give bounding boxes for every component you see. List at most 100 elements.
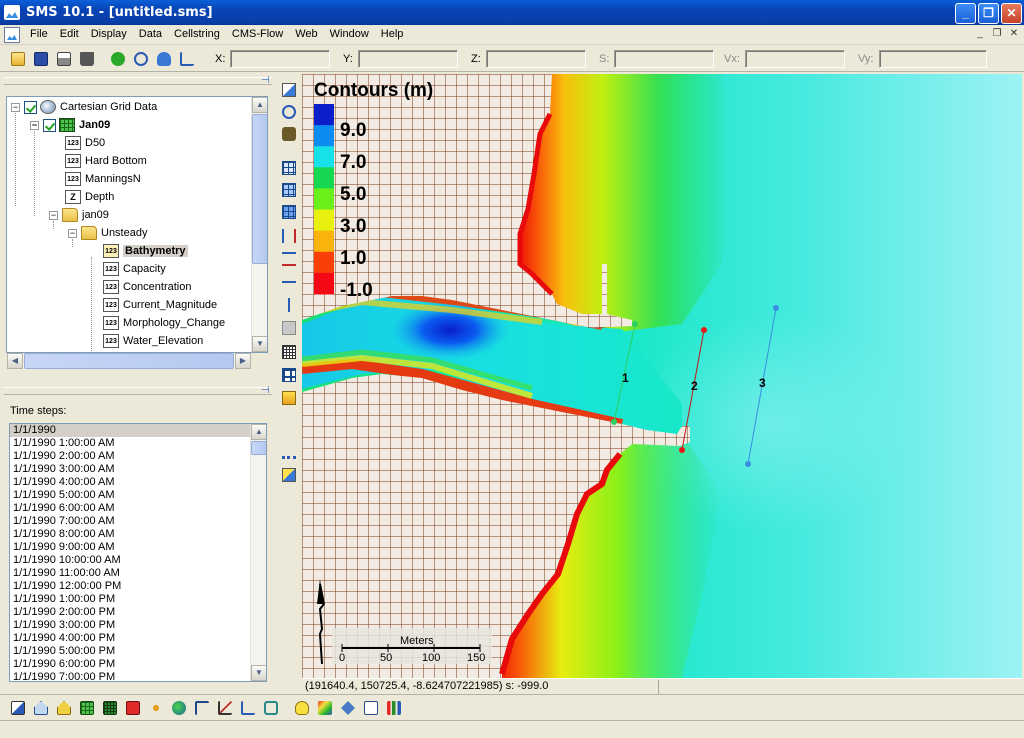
time-step-item[interactable]: 1/1/1990 5:00:00 AM [10,489,266,502]
time-steps-scrollbar[interactable]: ▲ ▼ [250,424,266,681]
tree-node-cartesian-grid-data[interactable]: − Cartesian Grid Data [11,98,157,116]
tree-node-depth[interactable]: Z Depth [65,188,114,206]
quadtree-module-button[interactable] [100,698,120,718]
scatter-module-button[interactable] [54,698,74,718]
grid-frame-button[interactable] [279,365,299,385]
menu-window[interactable]: Window [324,28,375,40]
tree-node-folder-unsteady[interactable]: − Unsteady [68,224,147,242]
visibility-checkbox[interactable] [43,118,56,132]
gis-module-button[interactable] [169,698,189,718]
scroll-left-icon[interactable]: ◀ [7,353,23,369]
time-step-item[interactable]: 1/1/1990 11:00:00 AM [10,567,266,580]
tree-node-current-magnitude[interactable]: 123 Current_Magnitude [103,296,217,314]
select-row-button[interactable] [279,180,299,200]
vy-coord-field[interactable] [879,50,987,68]
tree-node-d50[interactable]: 123 D50 [65,134,105,152]
menu-data[interactable]: Data [133,28,168,40]
print-button[interactable] [54,49,74,69]
tree-node-bathymetry[interactable]: 123 Bathymetry [103,242,188,260]
tree-vertical-scrollbar[interactable]: ▲ ▼ [251,97,267,352]
tree-node-morphology-change[interactable]: 123 Morphology_Change [103,314,225,332]
visibility-checkbox[interactable] [24,100,37,114]
georeference-module-button[interactable] [261,698,281,718]
select-cell-button[interactable] [279,158,299,178]
scroll-thumb[interactable] [252,114,267,264]
tree-node-capacity[interactable]: 123 Capacity [103,260,166,278]
tree-node-grid[interactable]: − Jan09 [30,116,110,134]
axes-button[interactable] [177,49,197,69]
sms-app-icon[interactable] [4,5,20,20]
scroll-up-icon[interactable]: ▲ [251,424,266,440]
scroll-down-icon[interactable]: ▼ [252,336,267,352]
time-step-item[interactable]: 1/1/1990 6:00:00 AM [10,502,266,515]
cartesian-grid-module-button[interactable] [77,698,97,718]
minimize-button[interactable]: _ [955,3,976,24]
vx-coord-field[interactable] [745,50,845,68]
time-step-item[interactable]: 1/1/1990 1:00:00 PM [10,593,266,606]
save-button[interactable] [31,49,51,69]
project-explorer-handle[interactable]: ⊣ [4,76,272,86]
grid-cells-button[interactable] [279,342,299,362]
time-step-item[interactable]: 1/1/1990 3:00:00 AM [10,463,266,476]
display-options-button[interactable] [154,49,174,69]
tree-node-concentration[interactable]: 123 Concentration [103,278,192,296]
time-step-item[interactable]: 1/1/1990 4:00:00 PM [10,632,266,645]
collapse-icon[interactable]: − [49,210,58,220]
move-vertical-button[interactable] [279,295,299,315]
tree-horizontal-scrollbar[interactable]: ◀ ▶ [7,353,251,369]
menu-display[interactable]: Display [85,28,133,40]
time-step-item[interactable]: 1/1/1990 6:00:00 PM [10,658,266,671]
tree-node-manningsn[interactable]: 123 ManningsN [65,170,141,188]
open-button[interactable] [8,49,28,69]
time-step-item[interactable]: 1/1/1990 3:00:00 PM [10,619,266,632]
insert-row-button[interactable] [279,249,299,269]
collapse-icon[interactable]: − [68,228,77,238]
time-step-item[interactable]: 1/1/1990 12:00:00 PM [10,580,266,593]
tools-button[interactable] [338,698,358,718]
tree-node-hard-bottom[interactable]: 123 Hard Bottom [65,152,147,170]
time-step-item[interactable]: 1/1/1990 8:00:00 AM [10,528,266,541]
delete-button[interactable] [77,49,97,69]
menu-web[interactable]: Web [289,28,323,40]
scroll-down-icon[interactable]: ▼ [251,665,266,681]
tree-node-folder-jan09[interactable]: − jan09 [49,206,109,224]
insert-column-button[interactable] [279,226,299,246]
menu-edit[interactable]: Edit [54,28,85,40]
map-module-button[interactable] [146,698,166,718]
collapse-icon[interactable]: − [11,102,20,112]
scroll-up-icon[interactable]: ▲ [252,97,267,113]
merge-cells-button[interactable] [279,318,299,338]
contour-options-button[interactable] [279,388,299,408]
annotation-module-button[interactable] [192,698,212,718]
time-step-item[interactable]: 1/1/1990 2:00:00 AM [10,450,266,463]
frame-button[interactable] [131,49,151,69]
scroll-right-icon[interactable]: ▶ [235,353,251,369]
particle-module-button[interactable] [123,698,143,718]
select-column-button[interactable] [279,202,299,222]
export-button[interactable] [361,698,381,718]
pin-icon[interactable]: ⊣ [261,386,270,396]
time-step-item[interactable]: 1/1/1990 [10,424,266,437]
image-button[interactable] [315,698,335,718]
x-coord-field[interactable] [230,50,330,68]
chart-button[interactable] [384,698,404,718]
doc-close-button[interactable]: ✕ [1007,28,1021,41]
doc-restore-button[interactable]: ❐ [990,28,1004,41]
menu-cms-flow[interactable]: CMS-Flow [226,28,289,40]
time-step-item[interactable]: 1/1/1990 1:00:00 AM [10,437,266,450]
bathymetry-contour-plot[interactable]: 1 2 3 Contours (m) 9.0 7.0 5.0 3.0 1.0 -… [302,74,1022,678]
time-step-item[interactable]: 1/1/1990 5:00:00 PM [10,645,266,658]
doc-minimize-button[interactable]: _ [973,28,987,41]
scroll-thumb[interactable] [251,441,266,455]
coordinate-module-button[interactable] [238,698,258,718]
menu-help[interactable]: Help [375,28,410,40]
collapse-icon[interactable]: − [30,120,39,130]
select-arc-button[interactable] [279,465,299,485]
document-icon[interactable] [4,27,20,43]
observation-arc-button[interactable] [279,442,299,462]
move-horizontal-button[interactable] [279,272,299,292]
menu-cellstring[interactable]: Cellstring [168,28,226,40]
time-step-item[interactable]: 1/1/1990 9:00:00 AM [10,541,266,554]
z-coord-field[interactable] [486,50,586,68]
scroll-thumb[interactable] [24,353,234,369]
